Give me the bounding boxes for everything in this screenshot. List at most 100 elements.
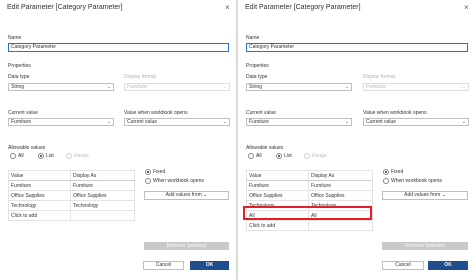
workbook-opens-select[interactable]: Current value ⌄ xyxy=(124,118,230,126)
current-value-value: Furniture xyxy=(249,119,270,125)
current-value-select[interactable]: Furniture ⌄ xyxy=(246,118,352,126)
radio-range-label: Range xyxy=(312,153,327,159)
remove-selected-button: Remove Selected xyxy=(382,242,468,250)
data-type-select[interactable]: String ⌄ xyxy=(246,83,352,91)
name-label: Name xyxy=(246,35,260,41)
table-cell[interactable]: Furniture xyxy=(8,180,71,191)
highlight-box xyxy=(243,206,372,220)
current-value-label: Current value xyxy=(8,110,39,116)
display-format-label: Display format xyxy=(363,74,395,80)
current-value-value: Furniture xyxy=(11,119,32,125)
display-format-value: Furniture xyxy=(366,84,387,90)
ok-button[interactable]: OK xyxy=(190,261,229,270)
workbook-opens-value: Current value xyxy=(127,119,158,125)
radio-all-label: All xyxy=(256,153,262,159)
chevron-down-icon: ⌄ xyxy=(461,84,466,90)
display-format-value: Furniture xyxy=(127,84,148,90)
radio-all-label: All xyxy=(18,153,24,159)
allowable-values-label: Allowable values xyxy=(246,145,284,151)
chevron-down-icon: ⌄ xyxy=(106,119,111,125)
close-icon[interactable]: × xyxy=(225,3,230,12)
table-header-row: Value Display As xyxy=(246,170,373,181)
name-input[interactable]: Category Parameter xyxy=(246,43,468,52)
chevron-down-icon: ⌄ xyxy=(203,192,208,198)
name-input[interactable]: Category Parameter xyxy=(8,43,229,52)
radio-fixed[interactable] xyxy=(145,169,151,175)
data-type-select[interactable]: String ⌄ xyxy=(8,83,114,91)
chevron-down-icon: ⌄ xyxy=(441,192,446,198)
allowable-values-table: Value Display As Furniture Furniture Off… xyxy=(8,170,135,221)
dialog-title: Edit Parameter [Category Parameter] xyxy=(7,4,123,11)
data-type-label: Data type xyxy=(246,74,268,80)
table-cell[interactable]: Technology xyxy=(8,200,71,211)
workbook-opens-label: Value when workbook opens xyxy=(124,110,188,116)
table-cell[interactable]: Furniture xyxy=(246,180,309,191)
radio-fixed-label: Fixed xyxy=(153,169,166,175)
click-to-add-cell[interactable]: Click to add xyxy=(246,220,309,231)
allowable-values-table: Value Display As Furniture Furniture Off… xyxy=(246,170,373,231)
chevron-down-icon: ⌄ xyxy=(106,84,111,90)
radio-all[interactable] xyxy=(10,153,16,159)
workbook-opens-select[interactable]: Current value ⌄ xyxy=(363,118,469,126)
radio-range xyxy=(304,153,310,159)
properties-label: Properties xyxy=(246,63,269,69)
remove-selected-button: Remove Selected xyxy=(144,242,229,250)
column-header-value: Value xyxy=(8,170,71,181)
radio-list[interactable] xyxy=(38,153,44,159)
table-header-row: Value Display As xyxy=(8,170,135,181)
cancel-button[interactable]: Cancel xyxy=(143,261,184,270)
data-type-label: Data type xyxy=(8,74,30,80)
radio-when-workbook-opens-label: When workbook opens xyxy=(391,178,442,184)
radio-fixed[interactable] xyxy=(383,169,389,175)
table-cell[interactable]: Office Supplies xyxy=(8,190,71,201)
name-label: Name xyxy=(8,35,22,41)
table-cell[interactable]: Office Supplies xyxy=(246,190,309,201)
table-cell[interactable] xyxy=(308,220,373,231)
add-values-from-button[interactable]: Add values from ⌄ xyxy=(382,191,468,200)
close-icon[interactable]: × xyxy=(464,3,469,12)
table-row[interactable]: Office Supplies Office Supplies xyxy=(8,190,135,201)
chevron-down-icon: ⌄ xyxy=(461,119,466,125)
radio-range xyxy=(66,153,72,159)
radio-all[interactable] xyxy=(248,153,254,159)
column-header-display-as: Display As xyxy=(308,170,373,181)
chevron-down-icon: ⌄ xyxy=(222,84,227,90)
table-row[interactable]: Furniture Furniture xyxy=(8,180,135,191)
cancel-button[interactable]: Cancel xyxy=(382,261,424,270)
display-format-label: Display format xyxy=(124,74,156,80)
radio-list[interactable] xyxy=(276,153,282,159)
table-row[interactable]: Technology Technology xyxy=(8,200,135,211)
click-to-add-row[interactable]: Click to add xyxy=(8,210,135,221)
table-cell[interactable]: Technology xyxy=(70,200,135,211)
table-cell[interactable] xyxy=(70,210,135,221)
click-to-add-cell[interactable]: Click to add xyxy=(8,210,71,221)
current-value-label: Current value xyxy=(246,110,277,116)
current-value-select[interactable]: Furniture ⌄ xyxy=(8,118,114,126)
properties-label: Properties xyxy=(8,63,31,69)
table-cell[interactable]: Office Supplies xyxy=(70,190,135,201)
radio-list-label: List xyxy=(46,153,54,159)
dialog-title: Edit Parameter [Category Parameter] xyxy=(245,4,361,11)
radio-when-workbook-opens[interactable] xyxy=(383,178,389,184)
radio-when-workbook-opens-label: When workbook opens xyxy=(153,178,204,184)
table-row[interactable]: Furniture Furniture xyxy=(246,180,373,191)
table-cell[interactable]: Furniture xyxy=(308,180,373,191)
chevron-down-icon: ⌄ xyxy=(344,119,349,125)
ok-button[interactable]: OK xyxy=(428,261,468,270)
click-to-add-row[interactable]: Click to add xyxy=(246,220,373,231)
table-cell[interactable]: Furniture xyxy=(70,180,135,191)
radio-when-workbook-opens[interactable] xyxy=(145,178,151,184)
allowable-values-label: Allowable values xyxy=(8,145,46,151)
chevron-down-icon: ⌄ xyxy=(222,119,227,125)
display-format-select: Furniture ⌄ xyxy=(363,83,469,91)
data-type-value: String xyxy=(249,84,263,90)
table-row[interactable]: Office Supplies Office Supplies xyxy=(246,190,373,201)
add-values-from-button[interactable]: Add values from ⌄ xyxy=(144,191,229,200)
chevron-down-icon: ⌄ xyxy=(344,84,349,90)
add-values-from-label: Add values from xyxy=(165,192,202,198)
table-cell[interactable]: Office Supplies xyxy=(308,190,373,201)
column-header-value: Value xyxy=(246,170,309,181)
radio-fixed-label: Fixed xyxy=(391,169,404,175)
data-type-value: String xyxy=(11,84,25,90)
column-header-display-as: Display As xyxy=(70,170,135,181)
